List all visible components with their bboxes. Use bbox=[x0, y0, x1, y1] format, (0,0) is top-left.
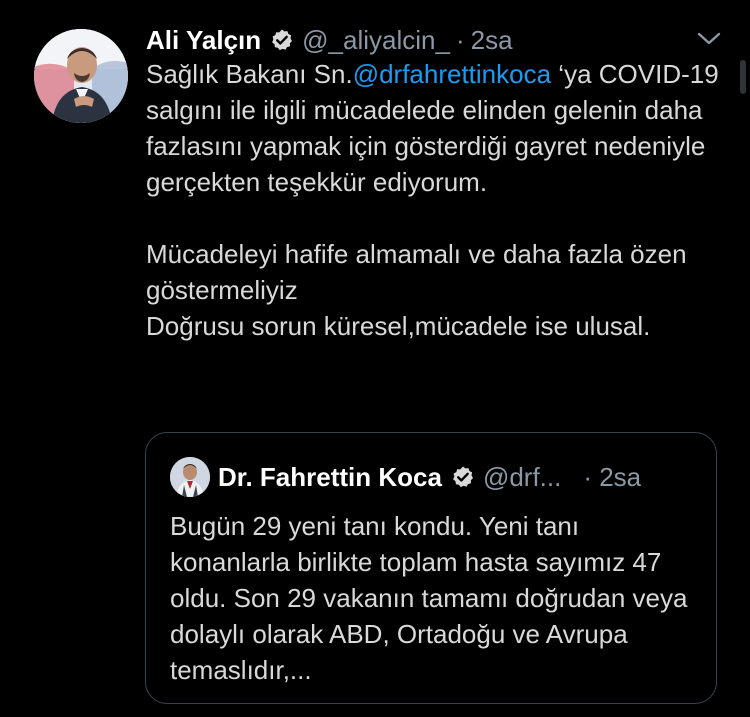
tweet: Ali Yalçın @_aliyalcin_ · 2sa Sağlık Bak… bbox=[0, 0, 750, 717]
quoted-tweet[interactable]: Dr. Fahrettin Koca @drf... · 2sa Bugün 2… bbox=[145, 432, 717, 704]
tweet-header: Ali Yalçın @_aliyalcin_ · 2sa bbox=[146, 22, 513, 58]
header-separator: · bbox=[455, 24, 465, 55]
chevron-down-icon[interactable] bbox=[696, 29, 722, 49]
author-handle[interactable]: @_aliyalcin_ bbox=[302, 25, 450, 56]
avatar[interactable] bbox=[34, 29, 128, 123]
timestamp[interactable]: 2sa bbox=[471, 25, 513, 56]
quoted-avatar-photo bbox=[170, 457, 210, 497]
avatar-photo bbox=[34, 29, 128, 123]
quoted-author-name[interactable]: Dr. Fahrettin Koca bbox=[218, 462, 442, 493]
text-before-mention: Sağlık Bakanı Sn. bbox=[146, 59, 353, 89]
quoted-timestamp[interactable]: · 2sa bbox=[583, 462, 641, 493]
quoted-tweet-text: Bugün 29 yeni tanı kondu. Yeni tanı kona… bbox=[170, 511, 688, 685]
tweet-paragraph-3: Doğrusu sorun küresel,mücadele ise ulusa… bbox=[146, 311, 651, 341]
quoted-header: Dr. Fahrettin Koca @drf... · 2sa bbox=[218, 457, 641, 497]
scrollbar[interactable] bbox=[740, 60, 746, 94]
tweet-paragraph-1: Sağlık Bakanı Sn.@drfahrettinkoca ‘ya CO… bbox=[146, 56, 736, 200]
quoted-author-handle[interactable]: @drf... bbox=[483, 462, 561, 493]
author-name[interactable]: Ali Yalçın bbox=[146, 25, 261, 56]
verified-badge-icon bbox=[451, 465, 475, 489]
quoted-avatar[interactable] bbox=[170, 457, 210, 497]
verified-badge-icon bbox=[270, 28, 294, 52]
mention-link[interactable]: @drfahrettinkoca bbox=[353, 59, 551, 89]
tweet-text: Sağlık Bakanı Sn.@drfahrettinkoca ‘ya CO… bbox=[146, 56, 736, 344]
tweet-paragraph-2: Mücadeleyi hafife almamalı ve daha fazla… bbox=[146, 239, 687, 305]
